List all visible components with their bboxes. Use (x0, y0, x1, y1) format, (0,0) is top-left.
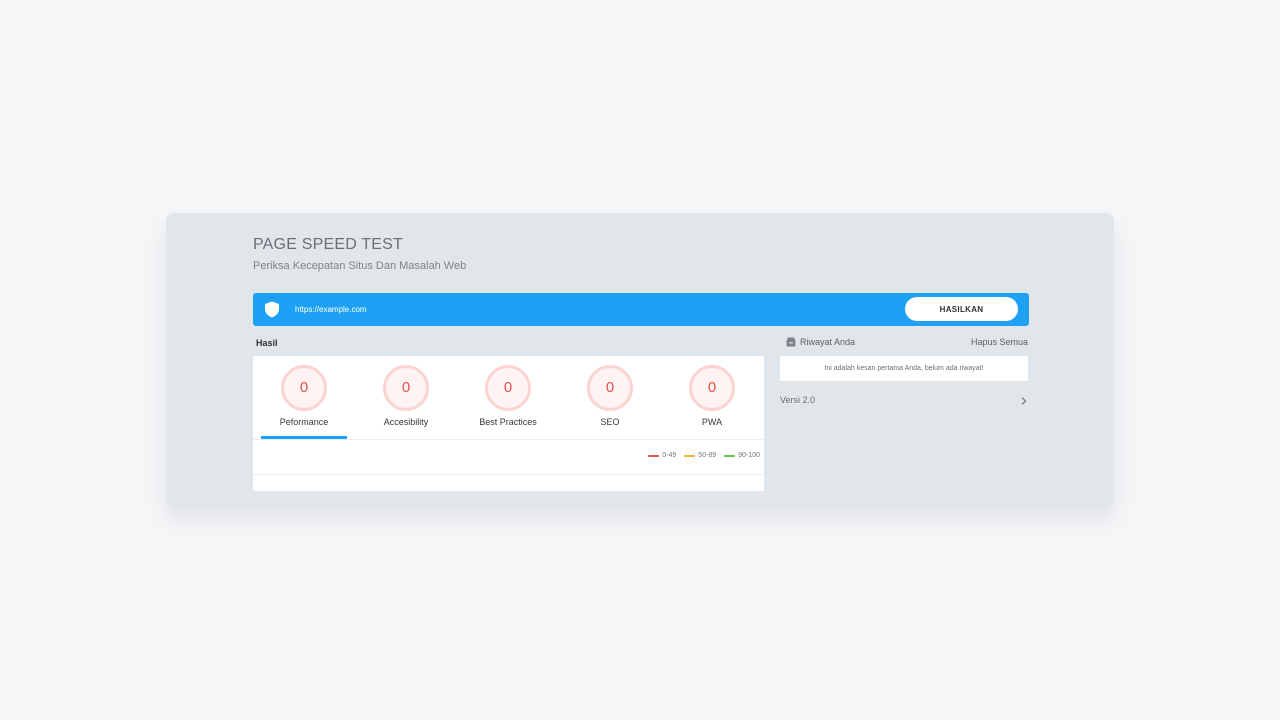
legend-item-medium: 50-89 (684, 452, 716, 459)
version-label: Versi 2.0 (780, 395, 816, 405)
history-header: Riwayat Anda Hapus Semua (786, 336, 1028, 350)
history-empty-message: Ini adalah kesan pertama Anda, belum ada… (780, 356, 1028, 381)
legend-label: 90-100 (738, 452, 760, 459)
tab-label: Peformance (279, 417, 329, 427)
score-value: 0 (503, 379, 513, 396)
legend-label: 0-49 (662, 452, 677, 459)
tab-label: PWA (701, 417, 723, 427)
tab-accessibility[interactable]: 0 Accesibility (355, 356, 457, 438)
inbox-icon (786, 337, 796, 347)
legend-swatch (684, 454, 696, 457)
legend-label: 50-89 (698, 452, 717, 459)
page-title: PAGE SPEED TEST (253, 236, 404, 253)
score-value: 0 (401, 379, 411, 396)
legend-swatch (648, 454, 660, 457)
chevron-right-icon (1021, 397, 1027, 405)
tab-label: SEO (600, 417, 620, 427)
shield-icon (265, 301, 279, 318)
results-panel: 0 Peformance 0 Accesibility 0 Best Pract… (253, 356, 764, 491)
score-value: 0 (299, 379, 309, 396)
url-input[interactable] (291, 299, 899, 320)
legend-item-low: 0-49 (648, 452, 676, 459)
clear-all-button[interactable]: Hapus Semua (971, 337, 1028, 347)
tab-best-practices[interactable]: 0 Best Practices (457, 356, 559, 438)
legend-item-high: 90-100 (724, 452, 760, 459)
hasilkan-button[interactable]: HASILKAN (905, 297, 1018, 321)
legend-swatch (724, 454, 736, 457)
divider (253, 439, 764, 440)
score-value: 0 (605, 379, 615, 396)
version-row[interactable]: Versi 2.0 (780, 394, 1028, 408)
page-subtitle: Periksa Kecepatan Situs Dan Masalah Web (253, 260, 467, 272)
url-bar: HASILKAN (253, 293, 1029, 326)
tab-performance[interactable]: 0 Peformance (253, 356, 355, 438)
results-label: Hasil (256, 338, 278, 348)
score-legend: 0-49 50-89 90-100 (648, 452, 760, 459)
history-title: Riwayat Anda (800, 337, 856, 347)
score-value: 0 (707, 379, 717, 396)
tab-seo[interactable]: 0 SEO (559, 356, 661, 438)
divider (253, 474, 764, 475)
page-speed-card: PAGE SPEED TEST Periksa Kecepatan Situs … (166, 213, 1114, 507)
tab-label: Best Practices (479, 417, 537, 427)
tab-pwa[interactable]: 0 PWA (661, 356, 763, 438)
tab-label: Accesibility (383, 417, 429, 427)
